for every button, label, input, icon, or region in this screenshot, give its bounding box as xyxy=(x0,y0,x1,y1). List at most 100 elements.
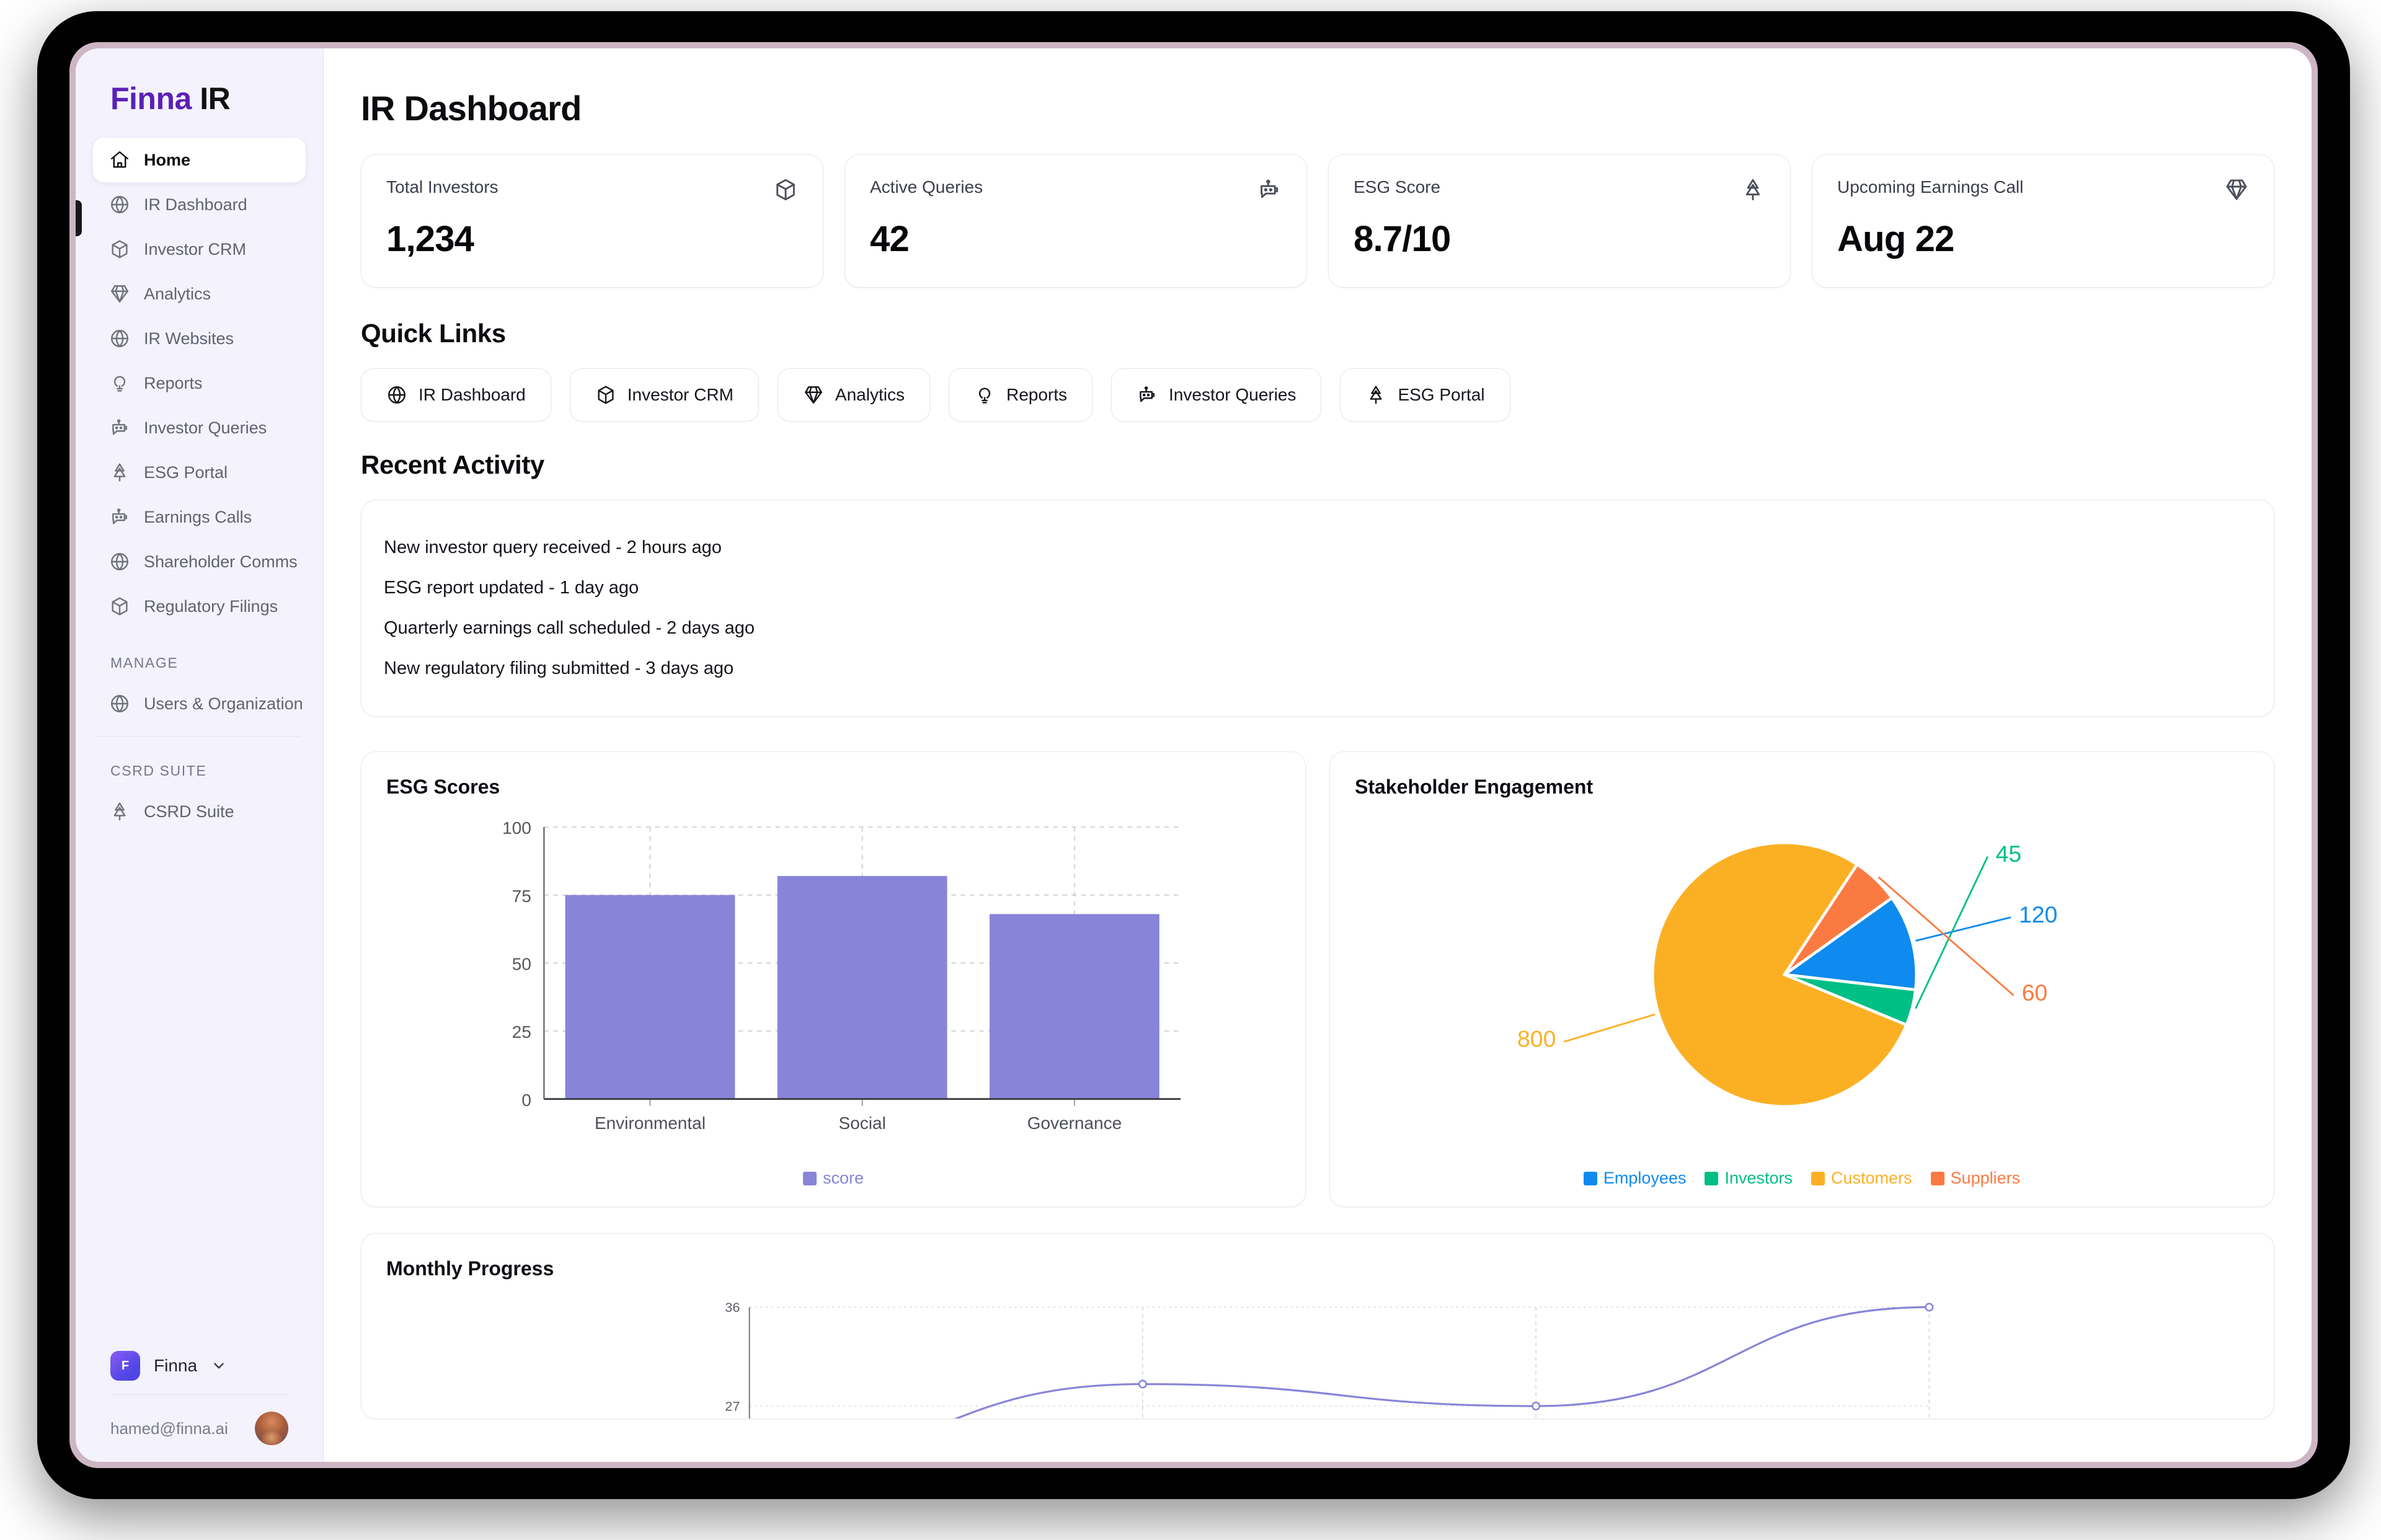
quick-link-label: Investor Queries xyxy=(1169,385,1297,404)
recent-activity-title: Recent Activity xyxy=(361,450,544,479)
stakeholder-pie-chart: 120 45 800 60 xyxy=(1517,841,2057,1109)
tree-icon xyxy=(113,463,126,482)
stat-card-label: Upcoming Earnings Call xyxy=(1837,177,2024,197)
pie-slice-value-label: 60 xyxy=(2022,980,2048,1006)
quick-link-label: IR Dashboard xyxy=(419,385,526,404)
csrd-section-label: CSRD SUITE xyxy=(110,763,207,779)
sidebar-item-label: Earnings Calls xyxy=(144,507,252,526)
pie-slice-value-label: 800 xyxy=(1517,1026,1556,1052)
legend-swatch xyxy=(1705,1171,1719,1185)
bar xyxy=(777,875,947,1099)
pie-label-leader xyxy=(1563,1013,1656,1043)
sidebar-item-esg-portal[interactable]: ESG Portal xyxy=(93,450,306,495)
sidebar-item-ir-websites[interactable]: IR Websites xyxy=(93,316,306,361)
monthly-progress-line-chart: 36 27 xyxy=(725,1299,1934,1418)
csrd-nav: CSRD Suite xyxy=(76,789,323,834)
tree-icon xyxy=(1745,179,1760,201)
esg-chart-title: ESG Scores xyxy=(386,776,500,798)
line-series-path xyxy=(954,1306,1930,1418)
stat-card-value: 8.7/10 xyxy=(1354,219,1451,259)
activity-item: New investor query received - 2 hours ag… xyxy=(384,538,722,557)
sidebar-item-label: Home xyxy=(144,150,191,169)
legend-entry[interactable]: Customers xyxy=(1811,1169,1912,1188)
avatar[interactable] xyxy=(255,1412,288,1445)
quick-link-label: Reports xyxy=(1006,385,1068,404)
quick-link-analytics[interactable]: Analytics xyxy=(777,368,930,422)
account-row[interactable]: hamed@finna.ai xyxy=(76,1395,323,1462)
quick-link-investor-crm[interactable]: Investor CRM xyxy=(569,368,759,422)
robot-icon xyxy=(1261,179,1279,198)
quick-link-label: ESG Portal xyxy=(1398,385,1485,404)
sidebar-item-label: ESG Portal xyxy=(144,462,228,482)
org-avatar: F xyxy=(110,1351,140,1381)
legend-entry[interactable]: score xyxy=(802,1169,864,1188)
stat-card-header: Active Queries xyxy=(870,177,1282,202)
sidebar-item-regulatory-filings[interactable]: Regulatory Filings xyxy=(93,584,306,629)
sidebar-item-label: CSRD Suite xyxy=(144,802,234,821)
legend-label: score xyxy=(822,1169,864,1187)
pie-chart-legend: Employees Investors Customers Suppliers xyxy=(1355,1169,2249,1188)
bar xyxy=(565,895,735,1099)
gem-icon xyxy=(111,285,128,303)
sidebar-item-home[interactable]: Home xyxy=(93,138,306,182)
sidebar-item-csrd-suite[interactable]: CSRD Suite xyxy=(93,789,306,834)
monthly-progress-card: Monthly Progress 36 27 xyxy=(361,1233,2274,1419)
quick-links-title: Quick Links xyxy=(361,319,506,348)
stat-card-header: Total Investors xyxy=(386,177,798,202)
manage-section-label: MANAGE xyxy=(110,655,179,671)
active-nav-marker xyxy=(76,200,82,236)
quick-link-reports[interactable]: Reports xyxy=(948,368,1093,422)
stat-card-value: Aug 22 xyxy=(1837,219,1954,259)
pie-label-leader xyxy=(1915,916,2011,942)
stat-card-header: Upcoming Earnings Call xyxy=(1837,177,2249,202)
y-axis-tick-label: 25 xyxy=(512,1022,531,1042)
sidebar-item-label: Regulatory Filings xyxy=(144,596,278,616)
tree-icon xyxy=(113,802,126,821)
robot-icon xyxy=(112,508,127,524)
quick-link-ir-dashboard[interactable]: IR Dashboard xyxy=(361,368,551,422)
pie-slice-value-label: 45 xyxy=(1996,841,2022,867)
org-name: Finna xyxy=(154,1356,198,1375)
legend-entry[interactable]: Employees xyxy=(1583,1169,1686,1188)
sidebar-item-ir-dashboard[interactable]: IR Dashboard xyxy=(93,182,306,227)
bar xyxy=(990,914,1159,1099)
y-axis-tick-label: 100 xyxy=(502,818,531,838)
cube-icon xyxy=(112,240,128,259)
legend-entry[interactable]: Investors xyxy=(1705,1169,1793,1188)
sidebar-item-investor-crm[interactable]: Investor CRM xyxy=(93,227,306,272)
gem-icon xyxy=(2226,179,2247,200)
sidebar-item-label: IR Websites xyxy=(144,329,234,348)
x-axis-tick-label: Social xyxy=(839,1113,886,1133)
sidebar-item-earnings-calls[interactable]: Earnings Calls xyxy=(93,495,306,539)
sidebar-item-reports[interactable]: Reports xyxy=(93,361,306,405)
pie-label-leader xyxy=(1915,856,1989,1009)
quick-link-label: Analytics xyxy=(835,385,905,404)
stat-card-upcoming-earnings-call: Upcoming Earnings Call Aug 22 xyxy=(1812,154,2274,288)
legend-swatch xyxy=(802,1171,817,1185)
sidebar-item-users-organization[interactable]: Users & Organization xyxy=(93,681,306,726)
brand-suffix-text: IR xyxy=(191,81,231,116)
legend-entry[interactable]: Suppliers xyxy=(1930,1169,2021,1188)
org-switcher[interactable]: F Finna xyxy=(76,1337,323,1394)
quick-link-esg-portal[interactable]: ESG Portal xyxy=(1340,368,1510,422)
y-axis-tick-label: 36 xyxy=(725,1299,740,1315)
pie-chart-title: Stakeholder Engagement xyxy=(1355,776,1594,798)
cube-icon xyxy=(112,597,128,616)
manage-nav: Users & Organization xyxy=(76,681,323,726)
quick-links: IR Dashboard Investor CRM Analytics Reports… xyxy=(361,368,2274,422)
quick-link-label: Investor CRM xyxy=(627,385,734,404)
legend-label: Suppliers xyxy=(1950,1169,2021,1187)
progress-chart-body: 36 27 xyxy=(386,1291,2249,1418)
x-axis-tick-label: Governance xyxy=(1027,1113,1122,1133)
sidebar-item-label: IR Dashboard xyxy=(144,195,247,214)
tree-icon xyxy=(1370,386,1382,404)
sidebar-item-investor-queries[interactable]: Investor Queries xyxy=(93,405,306,450)
sidebar-item-analytics[interactable]: Analytics xyxy=(93,272,306,316)
esg-bar-chart: 0 25 50 75 100 Environmental Social Governance xyxy=(502,818,1181,1133)
stats-row: Total Investors 1,234 Active Queries 42 ESG … xyxy=(361,154,2274,288)
legend-swatch xyxy=(1583,1171,1597,1185)
esg-scores-card: ESG Scores 0 25 50 75 100 Environmental Social… xyxy=(361,751,1306,1207)
quick-link-investor-queries[interactable]: Investor Queries xyxy=(1111,368,1322,422)
sidebar-item-shareholder-comms[interactable]: Shareholder Comms xyxy=(93,539,306,584)
y-axis-tick-label: 27 xyxy=(725,1399,740,1414)
